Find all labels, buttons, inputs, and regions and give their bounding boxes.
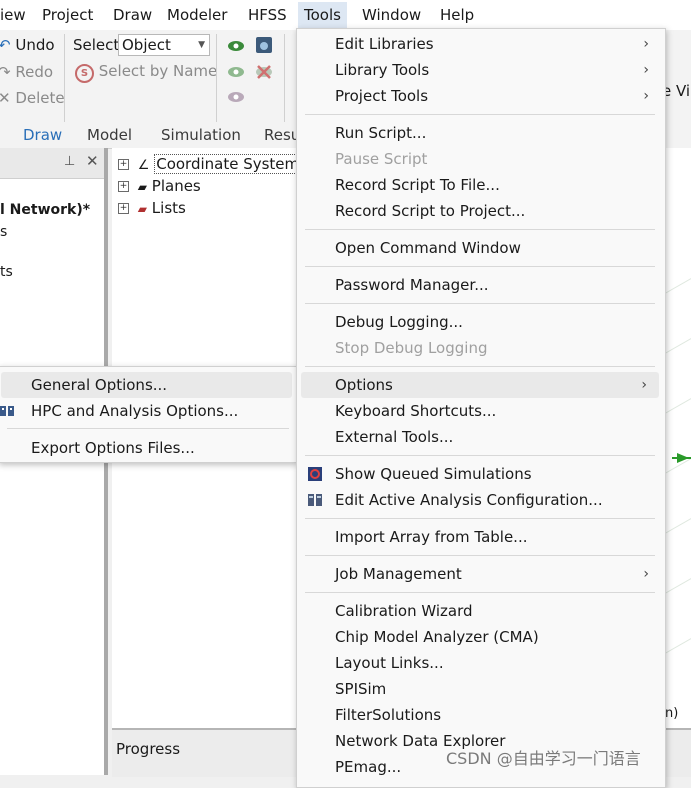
library-tools-item[interactable]: Library Tools ›: [297, 57, 665, 83]
chevron-down-icon: ▼: [198, 40, 205, 50]
tab-model[interactable]: Model: [87, 126, 132, 144]
password-manager-item[interactable]: Password Manager...: [297, 272, 665, 298]
menu-hfss[interactable]: HFSS: [248, 6, 287, 24]
ribbon-separator: [64, 34, 65, 124]
record-script-to-project-item[interactable]: Record Script to Project...: [297, 198, 665, 224]
project-title[interactable]: l Network)*: [0, 202, 90, 218]
menu-separator: [305, 518, 655, 519]
menu-separator: [305, 366, 655, 367]
menu-separator: [305, 266, 655, 267]
chevron-right-icon: ›: [643, 88, 649, 104]
expand-icon[interactable]: +: [118, 203, 129, 214]
menu-bar: iew Project Draw Modeler HFSS Tools Wind…: [0, 0, 691, 30]
menu-window[interactable]: Window: [362, 6, 421, 24]
undo-icon: ↶: [0, 36, 11, 54]
view-icon[interactable]: [254, 35, 274, 55]
show-queued-simulations-item[interactable]: Show Queued Simulations: [297, 461, 665, 487]
menu-draw[interactable]: Draw: [113, 6, 152, 24]
select-label: Select:: [73, 36, 125, 54]
calibration-wizard-item[interactable]: Calibration Wizard: [297, 598, 665, 624]
menu-separator: [305, 303, 655, 304]
options-submenu: General Options... HPC and Analysis Opti…: [0, 366, 297, 463]
expand-icon[interactable]: +: [118, 159, 129, 170]
select-by-name-button[interactable]: S Select by Name: [75, 62, 217, 83]
menu-separator: [305, 592, 655, 593]
queue-icon: [308, 467, 322, 481]
import-array-from-table-item[interactable]: Import Array from Table...: [297, 524, 665, 550]
close-icon[interactable]: ✕: [86, 152, 99, 170]
coordinate-system-icon: ∠: [137, 158, 150, 173]
menu-project[interactable]: Project: [42, 6, 93, 24]
menu-view[interactable]: iew: [0, 6, 26, 24]
edit-active-analysis-configuration-item[interactable]: Edit Active Analysis Configuration...: [297, 487, 665, 513]
ribbon-separator: [284, 34, 285, 124]
show-icon[interactable]: [226, 37, 246, 55]
tree-item-lists[interactable]: + ▰ Lists: [118, 199, 186, 217]
menu-separator: [305, 114, 655, 115]
select-by-name-icon: S: [75, 64, 94, 83]
record-script-to-file-item[interactable]: Record Script To File...: [297, 172, 665, 198]
menu-help[interactable]: Help: [440, 6, 474, 24]
select-dropdown[interactable]: Object ▼: [118, 34, 210, 56]
chevron-right-icon: ›: [643, 566, 649, 582]
tools-dropdown-menu: Edit Libraries › Library Tools › Project T…: [296, 28, 666, 788]
chevron-right-icon: ›: [641, 377, 647, 393]
menu-separator: [305, 555, 655, 556]
keyboard-shortcuts-item[interactable]: Keyboard Shortcuts...: [297, 398, 665, 424]
watermark-text: CSDN @自由学习一门语言: [446, 749, 641, 768]
ribbon-trail-vi: Vi: [676, 82, 691, 100]
run-script-item[interactable]: Run Script...: [297, 120, 665, 146]
pin-icon[interactable]: ⊥: [64, 154, 75, 169]
hpc-icon: [0, 406, 14, 416]
menu-separator: [305, 229, 655, 230]
external-tools-item[interactable]: External Tools...: [297, 424, 665, 450]
layout-links-item[interactable]: Layout Links...: [297, 650, 665, 676]
tree-item-coordinate-system[interactable]: + ∠ Coordinate System: [118, 154, 302, 174]
debug-logging-item[interactable]: Debug Logging...: [297, 309, 665, 335]
tab-draw[interactable]: Draw: [23, 126, 62, 144]
viewport-label: n): [665, 706, 679, 721]
edit-libraries-item[interactable]: Edit Libraries ›: [297, 31, 665, 57]
panel-header: ⊥ ✕: [0, 148, 104, 179]
options-item[interactable]: Options ›: [301, 372, 659, 398]
hide-icon[interactable]: [254, 62, 274, 82]
export-options-files-item[interactable]: Export Options Files...: [0, 435, 294, 461]
general-options-item[interactable]: General Options...: [1, 372, 292, 398]
menu-tools[interactable]: Tools: [298, 2, 347, 28]
show-all-icon[interactable]: [226, 63, 246, 81]
chevron-right-icon: ›: [643, 62, 649, 78]
menu-separator: [7, 428, 289, 429]
filtersolutions-item[interactable]: FilterSolutions: [297, 702, 665, 728]
lists-icon: ▰: [137, 202, 148, 216]
chip-model-analyzer-item[interactable]: Chip Model Analyzer (CMA): [297, 624, 665, 650]
tree-item-planes[interactable]: + ▰ Planes: [118, 177, 201, 195]
menu-modeler[interactable]: Modeler: [167, 6, 227, 24]
redo-icon: ↷: [0, 63, 11, 81]
tree-node[interactable]: s: [0, 224, 7, 240]
undo-button[interactable]: ↶ Undo: [0, 36, 55, 54]
delete-button[interactable]: ✕ Delete: [0, 89, 65, 107]
delete-icon: ✕: [0, 89, 11, 107]
pause-script-item: Pause Script: [335, 150, 428, 168]
ribbon-separator: [216, 34, 217, 124]
job-management-item[interactable]: Job Management ›: [297, 561, 665, 587]
hpc-analysis-options-item[interactable]: HPC and Analysis Options...: [0, 398, 294, 424]
tab-simulation[interactable]: Simulation: [161, 126, 241, 144]
redo-button[interactable]: ↷ Redo: [0, 63, 53, 81]
open-command-window-item[interactable]: Open Command Window: [297, 235, 665, 261]
hide-all-icon[interactable]: [226, 88, 246, 106]
chevron-right-icon: ›: [643, 36, 649, 52]
tab-results[interactable]: Resu: [264, 126, 300, 144]
planes-icon: ▰: [137, 180, 148, 194]
tree-node[interactable]: ts: [0, 264, 13, 280]
progress-title: Progress: [116, 740, 181, 758]
analysis-config-icon: [308, 494, 322, 506]
spisim-item[interactable]: SPISim: [297, 676, 665, 702]
expand-icon[interactable]: +: [118, 181, 129, 192]
menu-separator: [305, 455, 655, 456]
project-tools-item[interactable]: Project Tools ›: [297, 83, 665, 109]
stop-debug-logging-item: Stop Debug Logging: [335, 339, 488, 357]
